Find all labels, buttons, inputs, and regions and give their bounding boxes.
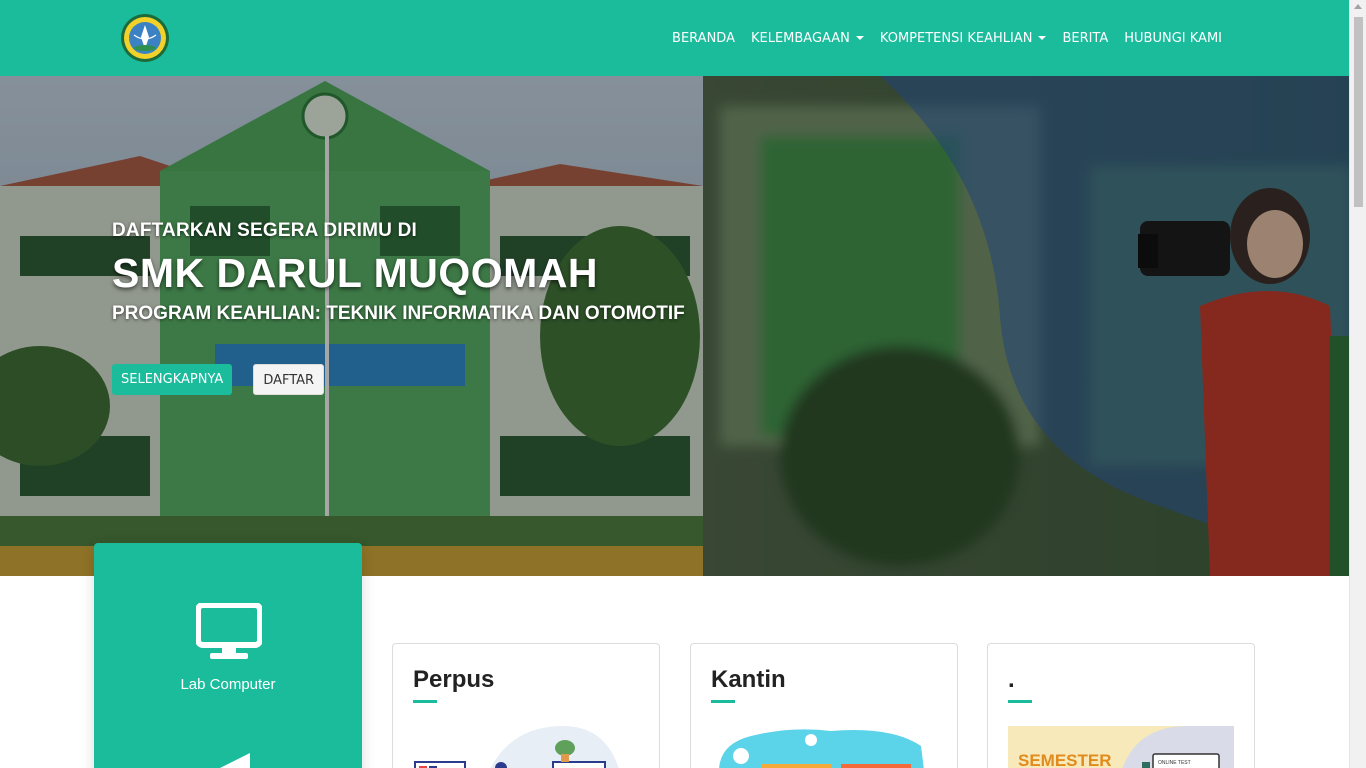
hero-subtitle: PROGRAM KEAHLIAN: TEKNIK INFORMATIKA DAN…	[112, 303, 685, 324]
school-crest-logo[interactable]	[120, 13, 170, 63]
card-kantin[interactable]: Kantin	[690, 643, 958, 768]
hero-buttons: SELENGKAPNYA DAFTAR	[112, 364, 325, 395]
hero-overlay	[0, 76, 1349, 576]
nav-item-hubungi-kami[interactable]: HUBUNGI KAMI	[1124, 31, 1222, 46]
megaphone-icon	[220, 753, 250, 768]
hero-slider: DAFTARKAN SEGERA DIRIMU DI SMK DARUL MUQ…	[0, 76, 1349, 576]
library-illustration	[414, 726, 619, 768]
nav-menu: BERANDA KELEMBAGAAN KOMPETENSI KEAHLIAN …	[656, 0, 1222, 76]
semester-text: SEMESTER	[1018, 751, 1112, 768]
selengkapnya-button[interactable]: SELENGKAPNYA	[112, 364, 233, 395]
card-title: Kantin	[711, 666, 786, 693]
caret-down-icon	[1038, 36, 1047, 40]
nav-item-berita[interactable]: BERITA	[1062, 31, 1108, 46]
canteen-illustration	[719, 729, 924, 768]
card-perpus[interactable]: Perpus	[392, 643, 660, 768]
facility-panel: Lab Computer	[94, 543, 362, 768]
navbar: BERANDA KELEMBAGAAN KOMPETENSI KEAHLIAN …	[0, 0, 1349, 76]
card-underline	[711, 700, 735, 703]
card-title: Perpus	[413, 666, 495, 693]
card-underline	[413, 700, 437, 703]
vertical-scrollbar[interactable]	[1349, 0, 1366, 768]
page: BERANDA KELEMBAGAAN KOMPETENSI KEAHLIAN …	[0, 0, 1349, 768]
daftar-button[interactable]: DAFTAR	[253, 364, 325, 395]
card-underline	[1008, 700, 1032, 703]
semester-online-test-illustration: SEMESTER ONLINE TEST	[1008, 726, 1234, 768]
nav-label-hubungi-kami: HUBUNGI KAMI	[1124, 30, 1222, 46]
scroll-up-arrow-icon[interactable]	[1354, 4, 1362, 9]
card-online-test[interactable]: . SEMESTER ONLINE TEST	[987, 643, 1255, 768]
desktop-monitor-icon	[196, 603, 262, 659]
nav-label-beranda: BERANDA	[672, 30, 735, 46]
card-title: .	[1008, 666, 1015, 693]
online-test-text: ONLINE TEST	[1158, 760, 1191, 766]
nav-label-berita: BERITA	[1062, 30, 1109, 46]
caret-down-icon	[855, 36, 864, 40]
nav-item-kelembagaan[interactable]: KELEMBAGAAN	[751, 31, 864, 46]
facility-label-lab-computer[interactable]: Lab Computer	[94, 676, 362, 693]
hero-pretitle: DAFTARKAN SEGERA DIRIMU DI	[112, 220, 417, 241]
nav-label-kelembagaan: KELEMBAGAAN	[750, 30, 850, 46]
hero-title: SMK DARUL MUQOMAH	[112, 250, 599, 296]
scroll-thumb[interactable]	[1354, 17, 1363, 207]
hero-text: DAFTARKAN SEGERA DIRIMU DI SMK DARUL MUQ…	[112, 220, 685, 325]
nav-item-kompetensi-keahlian[interactable]: KOMPETENSI KEAHLIAN	[880, 31, 1047, 46]
nav-item-beranda[interactable]: BERANDA	[672, 31, 735, 46]
nav-label-kompetensi-keahlian: KOMPETENSI KEAHLIAN	[879, 30, 1033, 46]
